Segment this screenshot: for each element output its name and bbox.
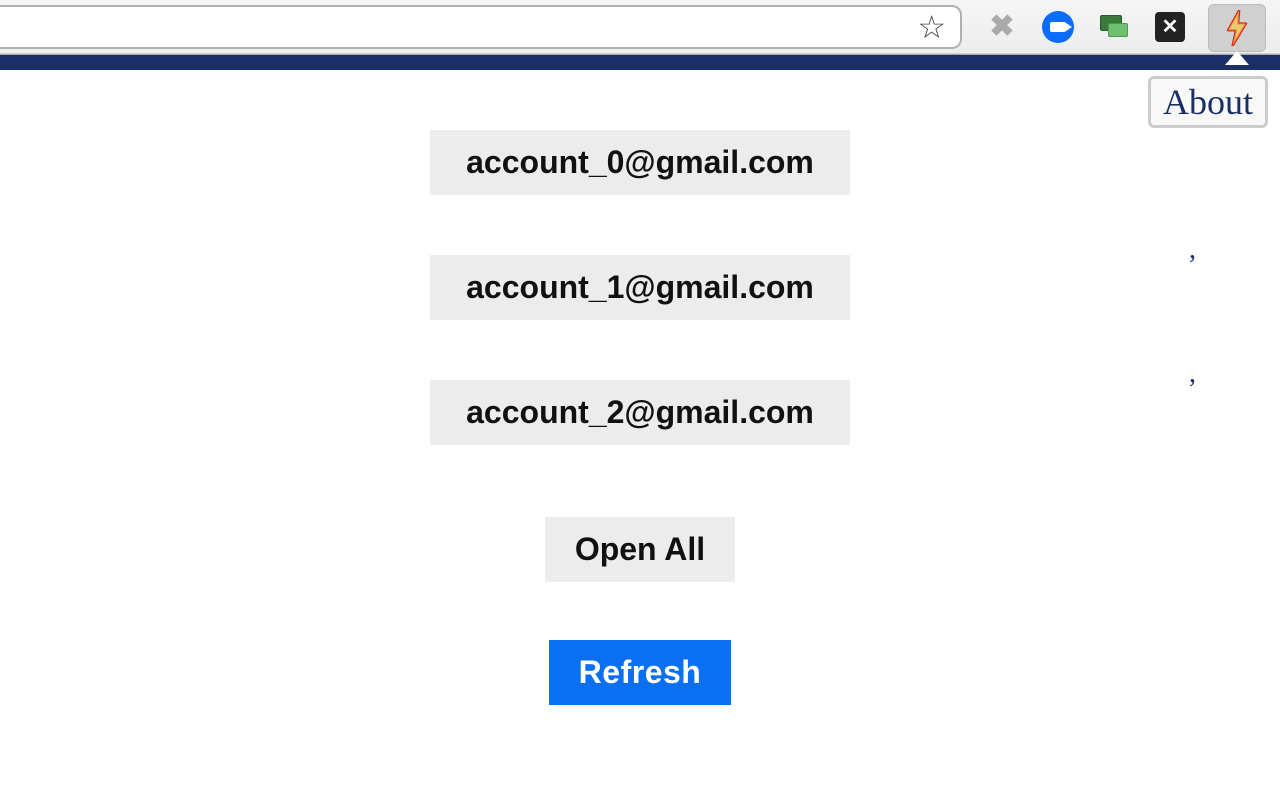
open-all-button[interactable]: Open All bbox=[545, 517, 735, 582]
bolt-icon bbox=[1223, 10, 1251, 46]
x-gray-extension-icon[interactable]: ✖ bbox=[984, 9, 1020, 45]
x-black-extension-icon[interactable]: ✕ bbox=[1152, 9, 1188, 45]
screenshare-extension-icon[interactable] bbox=[1096, 9, 1132, 45]
bolt-extension-icon[interactable] bbox=[1208, 4, 1266, 52]
tick-mark: , bbox=[1189, 358, 1196, 390]
account-button-2[interactable]: account_2@gmail.com bbox=[430, 380, 850, 445]
refresh-button[interactable]: Refresh bbox=[549, 640, 732, 705]
browser-toolbar: ☆ ✖ ✕ bbox=[0, 0, 1280, 54]
account-button-1[interactable]: account_1@gmail.com bbox=[430, 255, 850, 320]
x-icon: ✕ bbox=[1155, 12, 1185, 42]
popup-pointer-icon bbox=[1225, 51, 1249, 65]
url-bar[interactable]: ☆ bbox=[0, 5, 962, 49]
screenshare-icon bbox=[1100, 13, 1128, 41]
x-icon: ✖ bbox=[989, 9, 1014, 44]
zoom-icon bbox=[1042, 11, 1074, 43]
account-button-0[interactable]: account_0@gmail.com bbox=[430, 130, 850, 195]
tick-mark: , bbox=[1189, 234, 1196, 266]
zoom-extension-icon[interactable] bbox=[1040, 9, 1076, 45]
star-icon[interactable]: ☆ bbox=[917, 11, 946, 43]
extension-icons-row: ✖ ✕ bbox=[974, 2, 1272, 52]
main-column: account_0@gmail.com account_1@gmail.com … bbox=[0, 70, 1280, 705]
extension-popup: About , , account_0@gmail.com account_1@… bbox=[0, 70, 1280, 800]
header-separator-bar bbox=[0, 54, 1280, 70]
about-link[interactable]: About bbox=[1148, 76, 1268, 128]
camera-icon bbox=[1050, 22, 1066, 32]
